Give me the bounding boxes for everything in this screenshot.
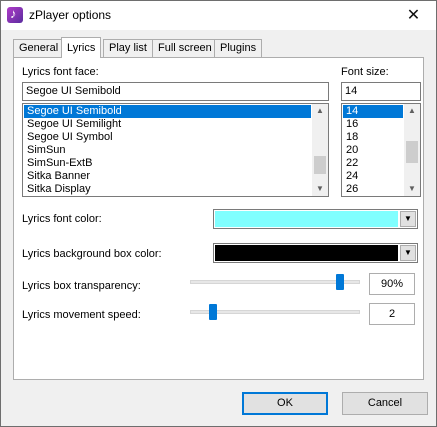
speed-slider[interactable] <box>190 304 360 320</box>
font-face-list[interactable]: Segoe UI Semibold Segoe UI Semilight Segoe… <box>22 103 329 197</box>
size-list-item[interactable]: 16 <box>343 118 403 131</box>
font-size-field[interactable]: 14 <box>341 82 421 101</box>
ok-button[interactable]: OK <box>242 392 328 415</box>
scroll-up-icon[interactable]: ▲ <box>312 104 328 118</box>
scroll-up-icon[interactable]: ▲ <box>404 104 420 118</box>
close-button[interactable]: ✕ <box>391 1 436 30</box>
cancel-button[interactable]: Cancel <box>342 392 428 415</box>
tab-plugins[interactable]: Plugins <box>214 39 263 57</box>
font-color-label: Lyrics font color: <box>22 213 102 225</box>
bg-color-picker[interactable]: ▼ <box>213 243 418 263</box>
font-color-swatch <box>215 211 398 227</box>
tab-general[interactable]: General <box>13 39 65 57</box>
size-list-item[interactable]: 20 <box>343 144 403 157</box>
size-list-scrollbar[interactable]: ▲ ▼ <box>404 104 420 196</box>
font-list-scrollbar[interactable]: ▲ ▼ <box>312 104 328 196</box>
scroll-thumb[interactable] <box>314 156 326 174</box>
size-list-item[interactable]: 24 <box>343 170 403 183</box>
window-title: zPlayer options <box>29 8 112 22</box>
font-list-item[interactable]: Segoe UI Semilight <box>24 118 311 131</box>
font-list-item[interactable]: Sitka Banner <box>24 170 311 183</box>
title-bar: zPlayer options ✕ <box>1 1 436 30</box>
lyrics-panel: SOFTPEDIA Lyrics font face: Segoe UI Sem… <box>13 57 424 380</box>
speed-value: 2 <box>369 303 415 325</box>
size-list-item[interactable]: 22 <box>343 157 403 170</box>
scroll-down-icon[interactable]: ▼ <box>404 182 420 196</box>
transparency-label: Lyrics box transparency: <box>22 280 141 292</box>
scroll-thumb[interactable] <box>406 141 418 163</box>
tab-lyrics[interactable]: Lyrics <box>61 37 102 58</box>
font-list-item[interactable]: SimSun-ExtB <box>24 157 311 170</box>
size-list-item[interactable]: 14 <box>343 105 403 118</box>
font-size-list[interactable]: 14 16 18 20 22 24 26 ▲ ▼ <box>341 103 421 197</box>
font-size-label: Font size: <box>341 66 389 78</box>
speed-label: Lyrics movement speed: <box>22 309 141 321</box>
chevron-down-icon[interactable]: ▼ <box>400 211 416 227</box>
transparency-slider[interactable] <box>190 274 360 290</box>
font-face-label: Lyrics font face: <box>22 66 99 78</box>
font-list-item[interactable]: SimSun <box>24 144 311 157</box>
font-list-item[interactable]: Segoe UI Symbol <box>24 131 311 144</box>
bg-color-label: Lyrics background box color: <box>22 248 162 260</box>
tab-play-list[interactable]: Play list <box>103 39 153 57</box>
size-list-item[interactable]: 26 <box>343 183 403 196</box>
font-list-item[interactable]: Segoe UI Semibold <box>24 105 311 118</box>
bg-color-swatch <box>215 245 398 261</box>
font-face-field[interactable]: Segoe UI Semibold <box>22 82 329 101</box>
font-color-picker[interactable]: ▼ <box>213 209 418 229</box>
transparency-value: 90% <box>369 273 415 295</box>
size-list-item[interactable]: 18 <box>343 131 403 144</box>
scroll-down-icon[interactable]: ▼ <box>312 182 328 196</box>
options-dialog: zPlayer options ✕ General Lyrics Play li… <box>0 0 437 427</box>
slider-thumb[interactable] <box>336 274 344 290</box>
slider-thumb[interactable] <box>209 304 217 320</box>
tab-full-screen[interactable]: Full screen <box>152 39 218 57</box>
zplayer-app-icon <box>7 6 23 23</box>
chevron-down-icon[interactable]: ▼ <box>400 245 416 261</box>
font-list-item[interactable]: Sitka Display <box>24 183 311 196</box>
